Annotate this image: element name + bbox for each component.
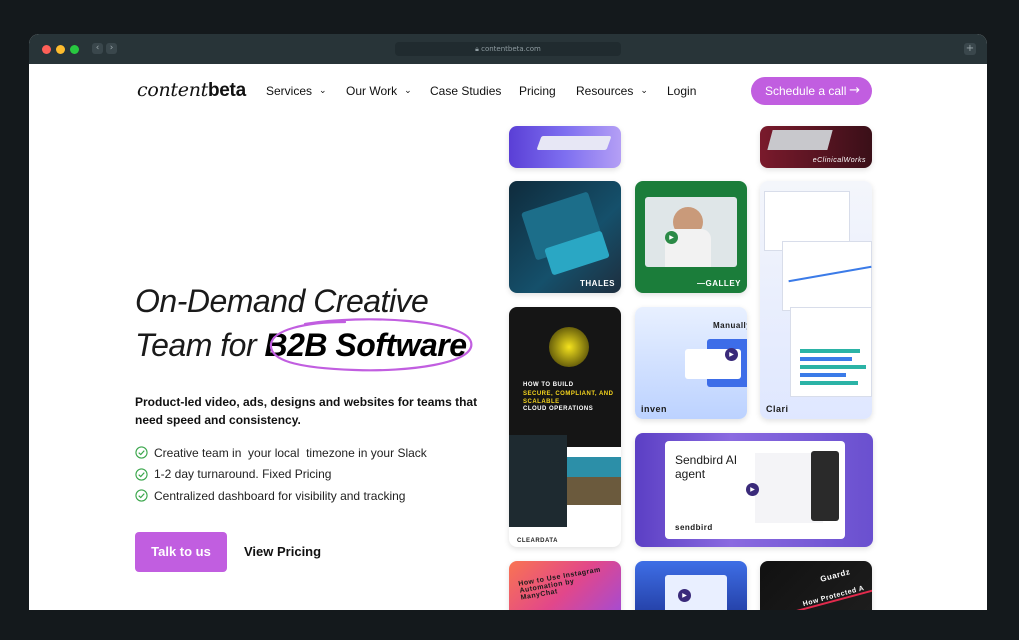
portfolio-thumbnail-instagram[interactable]: How to Use Instagram Automation by ManyC… [509, 561, 621, 610]
check-circle-icon [135, 468, 148, 481]
insta-title: How to Use Instagram Automation by ManyC… [517, 566, 602, 602]
inven-caption: inven [641, 404, 668, 414]
nav-item-resources[interactable]: Resources ⌄ [576, 84, 648, 98]
schedule-call-label: Schedule a call [765, 84, 847, 98]
new-tab-icon[interactable]: + [964, 43, 976, 55]
clari-caption: Clari [766, 404, 789, 414]
cleardata-caption: CLEARDATA [517, 538, 558, 544]
feature-text: Creative team in your local timezone in … [154, 445, 427, 460]
portfolio-thumbnail-cleardata[interactable]: HOW TO BUILD SECURE, COMPLIANT, AND SCAL… [509, 307, 621, 547]
nav-label: Services [266, 84, 313, 98]
chevron-down-icon: ⌄ [640, 86, 648, 96]
guardz-logo: Guardz [819, 567, 852, 584]
address-bar-url: contentbeta.com [481, 45, 541, 53]
portfolio-thumbnail-blue-app[interactable]: ▶ [635, 561, 747, 610]
arrow-right-icon: → [849, 83, 860, 98]
highlight-ellipse-decoration [269, 318, 473, 372]
play-icon[interactable]: ▶ [725, 348, 738, 361]
talk-to-us-button[interactable]: Talk to us [135, 532, 227, 572]
play-icon[interactable]: ▶ [678, 589, 691, 602]
nav-label: Login [667, 84, 697, 98]
feature-text: Centralized dashboard for visibility and… [154, 488, 406, 503]
lock-icon: 🔒︎ [475, 45, 479, 53]
nav-item-login[interactable]: Login [667, 84, 696, 98]
browser-chrome: ‹ › 🔒︎ contentbeta.com + [29, 34, 987, 64]
cleardata-title: HOW TO BUILD [523, 382, 574, 388]
back-arrow-icon[interactable]: ‹ [92, 43, 103, 54]
logo-bold-text: beta [207, 80, 246, 101]
play-icon[interactable]: ▶ [746, 483, 759, 496]
nav-label: Case Studies [430, 84, 502, 98]
guardz-title: How Protected A [802, 584, 866, 609]
forward-arrow-icon[interactable]: › [106, 43, 117, 54]
check-circle-icon [135, 489, 148, 502]
portfolio-thumbnail-clari[interactable]: Clari [760, 181, 872, 419]
portfolio-thumbnail-guardz[interactable]: Guardz How Protected A [760, 561, 872, 610]
feature-item: Centralized dashboard for visibility and… [135, 485, 427, 507]
galley-caption: —GALLEY [697, 279, 741, 288]
feature-item: Creative team in your local timezone in … [135, 442, 427, 464]
maximize-window-dot[interactable] [70, 45, 79, 54]
feature-list: Creative team in your local timezone in … [135, 442, 427, 507]
nav-item-case-studies[interactable]: Case Studies [430, 84, 501, 98]
portfolio-thumbnail-sendbird[interactable]: Sendbird AI agent ▶ sendbird [635, 433, 873, 547]
nav-item-pricing[interactable]: Pricing [519, 84, 556, 98]
chevron-down-icon: ⌄ [404, 86, 412, 96]
headline-line-1: On-Demand Creative [135, 283, 429, 319]
portfolio-thumbnail-galley-video[interactable]: ▶ —GALLEY [635, 181, 747, 293]
contentbeta-logo[interactable]: contentbeta [137, 79, 246, 102]
portfolio-thumbnail-inven[interactable]: Manually ▶ inven [635, 307, 747, 419]
hero-subheading: Product-led video, ads, designs and webs… [135, 395, 478, 427]
minimize-window-dot[interactable] [56, 45, 65, 54]
sendbird-title: Sendbird AI agent [675, 453, 738, 481]
cleardata-tail: CLOUD OPERATIONS [523, 406, 594, 412]
cleardata-highlight: SECURE, COMPLIANT, AND SCALABLE [523, 391, 614, 405]
nav-label: Pricing [519, 84, 556, 98]
nav-label: Our Work [346, 84, 398, 98]
play-icon[interactable]: ▶ [665, 231, 678, 244]
portfolio-thumbnail-thales[interactable]: THALES [509, 181, 621, 293]
feature-text: 1-2 day turnaround. Fixed Pricing [154, 467, 332, 482]
eclinical-caption: eClinicalWorks [812, 157, 866, 164]
nav-item-services[interactable]: Services ⌄ [266, 84, 327, 98]
view-pricing-link[interactable]: View Pricing [244, 544, 321, 559]
thales-caption: THALES [580, 279, 615, 288]
logo-light-text: content [137, 79, 208, 101]
close-window-dot[interactable] [42, 45, 51, 54]
headline-prefix: Team for [135, 327, 265, 363]
sendbird-logo: sendbird [675, 523, 713, 532]
feature-item: 1-2 day turnaround. Fixed Pricing [135, 464, 427, 486]
check-circle-icon [135, 446, 148, 459]
nav-item-our-work[interactable]: Our Work ⌄ [346, 84, 412, 98]
chevron-down-icon: ⌄ [319, 86, 327, 96]
nav-label: Resources [576, 84, 634, 98]
portfolio-thumbnail-eclinical[interactable]: eClinicalWorks [760, 126, 872, 168]
schedule-call-button[interactable]: Schedule a call → [751, 77, 872, 105]
address-bar[interactable]: 🔒︎ contentbeta.com [395, 42, 621, 56]
browser-window: ‹ › 🔒︎ contentbeta.com + contentbeta Ser… [29, 34, 987, 610]
portfolio-thumbnail-purple-laptop[interactable] [509, 126, 621, 168]
manually-caption: Manually [713, 321, 747, 330]
web-page: contentbeta Services ⌄ Our Work ⌄ Case Stu… [29, 64, 987, 610]
